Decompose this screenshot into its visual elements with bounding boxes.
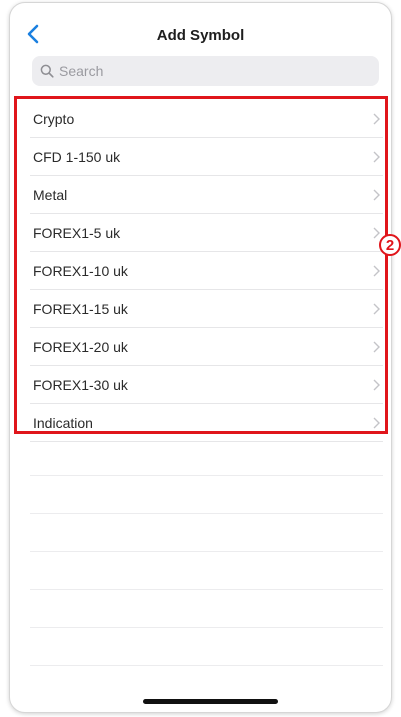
list-item-label: FOREX1-10 uk — [33, 263, 128, 279]
list-item-forex-1-5[interactable]: FOREX1-5 uk — [20, 214, 391, 252]
phone-frame: Add Symbol Crypto CFD 1-150 uk Metal FOR… — [9, 2, 392, 713]
empty-row-divider — [20, 551, 391, 552]
empty-row-divider — [20, 665, 391, 666]
chevron-right-icon — [373, 265, 380, 277]
list-item-label: Metal — [33, 187, 68, 203]
empty-row-divider — [20, 589, 391, 590]
search-input[interactable] — [59, 63, 359, 79]
list-item-label: CFD 1-150 uk — [33, 149, 121, 165]
list-item-forex-1-15[interactable]: FOREX1-15 uk — [20, 290, 391, 328]
chevron-right-icon — [373, 227, 380, 239]
chevron-right-icon — [373, 417, 380, 429]
list-item-crypto[interactable]: Crypto — [20, 100, 391, 138]
empty-row-divider — [20, 513, 391, 514]
list-item-label: FOREX1-5 uk — [33, 225, 121, 241]
home-indicator — [143, 699, 278, 704]
list-item-label: FOREX1-20 uk — [33, 339, 128, 355]
symbol-group-list: Crypto CFD 1-150 uk Metal FOREX1-5 uk FO… — [20, 100, 391, 442]
empty-row-divider — [20, 627, 391, 628]
page-title: Add Symbol — [156, 27, 245, 44]
list-item-cfd[interactable]: CFD 1-150 uk — [20, 138, 391, 176]
list-item-indication[interactable]: Indication — [20, 404, 391, 442]
chevron-right-icon — [373, 151, 380, 163]
empty-row-divider — [20, 475, 391, 476]
search-icon — [40, 64, 54, 78]
chevron-right-icon — [373, 303, 380, 315]
chevron-right-icon — [373, 189, 380, 201]
search-bar[interactable] — [32, 56, 379, 86]
list-item-label: FOREX1-15 uk — [33, 301, 128, 317]
list-item-metal[interactable]: Metal — [20, 176, 391, 214]
annotation-step-badge: 2 — [379, 234, 401, 256]
list-item-forex-1-20[interactable]: FOREX1-20 uk — [20, 328, 391, 366]
list-item-label: Indication — [33, 415, 93, 431]
chevron-right-icon — [373, 113, 380, 125]
navigation-bar: Add Symbol — [10, 3, 391, 51]
list-item-forex-1-10[interactable]: FOREX1-10 uk — [20, 252, 391, 290]
chevron-right-icon — [373, 379, 380, 391]
chevron-right-icon — [373, 341, 380, 353]
list-item-label: Crypto — [33, 111, 75, 127]
list-item-forex-1-30[interactable]: FOREX1-30 uk — [20, 366, 391, 404]
list-item-label: FOREX1-30 uk — [33, 377, 128, 393]
